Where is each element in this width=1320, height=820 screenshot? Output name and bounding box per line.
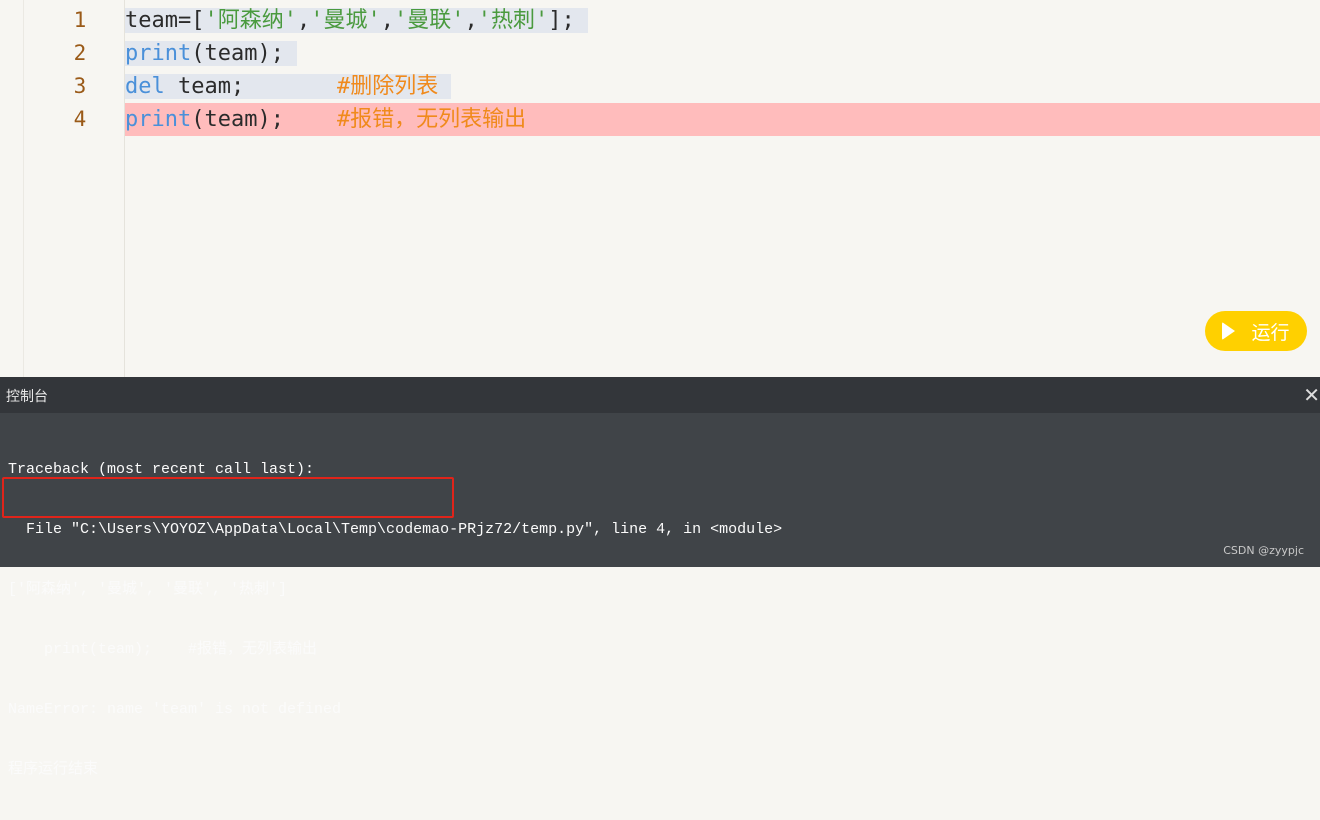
line-number: 3 bbox=[73, 74, 87, 98]
code-line[interactable]: 2 print(team); bbox=[0, 37, 1320, 70]
console-panel: 控制台 ✕ Traceback (most recent call last):… bbox=[0, 377, 1320, 778]
line-number: 4 bbox=[73, 107, 87, 131]
code-text[interactable]: print(team); #报错，无列表输出 bbox=[125, 103, 526, 136]
code-text[interactable]: team=['阿森纳','曼城','曼联','热刺']; bbox=[125, 4, 588, 37]
console-title: 控制台 bbox=[6, 389, 48, 405]
console-line: print(team); #报错，无列表输出 bbox=[8, 641, 318, 658]
console-header: 控制台 ✕ bbox=[0, 377, 1320, 413]
run-button-label: 运行 bbox=[1251, 321, 1290, 344]
code-text[interactable]: print(team); bbox=[125, 37, 298, 70]
line-number: 1 bbox=[73, 8, 87, 32]
code-editor[interactable]: 1 team=['阿森纳','曼城','曼联','热刺']; 2 print(t… bbox=[0, 0, 1320, 377]
console-line: File "C:\Users\YOYOZ\AppData\Local\Temp\… bbox=[8, 521, 783, 538]
code-line[interactable]: 3 del team; #删除列表 bbox=[0, 70, 1320, 103]
run-button[interactable]: 运行 bbox=[1205, 311, 1307, 351]
console-line: ['阿森纳', '曼城', '曼联', '热刺'] bbox=[8, 581, 288, 598]
code-line[interactable]: 1 team=['阿森纳','曼城','曼联','热刺']; bbox=[0, 4, 1320, 37]
close-icon[interactable]: ✕ bbox=[1303, 383, 1320, 407]
console-line: 程序运行结束 bbox=[8, 761, 99, 778]
error-annotation-box bbox=[2, 477, 454, 518]
watermark: CSDN @zyypjc bbox=[1223, 544, 1304, 557]
code-text[interactable]: del team; #删除列表 bbox=[125, 70, 452, 103]
code-line[interactable]: 4 print(team); #报错，无列表输出 bbox=[0, 103, 1320, 136]
console-line: NameError: name 'team' is not defined bbox=[8, 701, 342, 718]
line-number: 2 bbox=[73, 41, 87, 65]
play-icon bbox=[1222, 322, 1236, 340]
